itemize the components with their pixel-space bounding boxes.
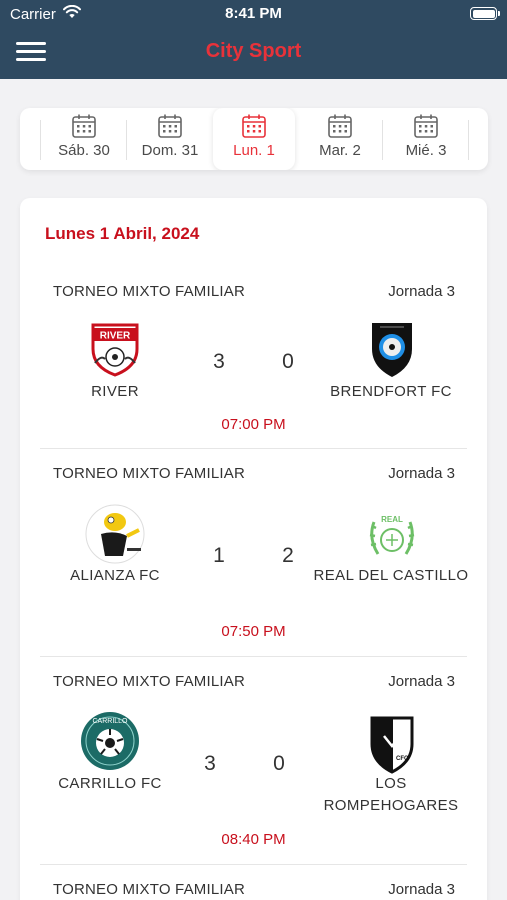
real-del-castillo-logo-icon: REAL	[369, 515, 415, 555]
calendar-icon	[328, 114, 352, 138]
home-team-name: CARRILLO FC	[58, 775, 162, 792]
brendfort-logo-icon	[372, 323, 412, 377]
day-label: Mar. 2	[319, 142, 361, 159]
day-item-mon-1-selected[interactable]: Lun. 1	[213, 108, 295, 170]
day-item-sat-30[interactable]: Sáb. 30	[42, 108, 126, 170]
battery-icon	[470, 7, 500, 20]
league-name: TORNEO MIXTO FAMILIAR	[53, 673, 246, 690]
calendar-icon	[158, 114, 182, 138]
away-team-name: BRENDFORT FC	[330, 383, 452, 400]
svg-text:RIVER: RIVER	[100, 331, 131, 342]
match-time: 07:50 PM	[221, 623, 286, 640]
svg-text:REAL: REAL	[381, 515, 403, 524]
day-label: Mié. 3	[405, 142, 447, 159]
calendar-icon	[242, 114, 266, 138]
river-logo-icon: RIVER	[91, 323, 139, 377]
match-time: 07:00 PM	[221, 416, 286, 433]
day-label: Dom. 31	[141, 142, 199, 159]
app-title: City Sport	[205, 40, 302, 62]
round-label: Jornada 3	[388, 881, 455, 898]
day-label: 9	[20, 144, 36, 161]
carrillo-logo-icon: CARRILLO	[81, 712, 139, 770]
home-score: 3	[204, 752, 216, 775]
day-item-wed-3[interactable]: Mié. 3	[384, 108, 468, 170]
matches-card: Lunes 1 Abril, 2024 TORNEO MIXTO FAMILIA…	[20, 198, 487, 900]
date-selector[interactable]: 9 Sáb. 30 Dom. 31 Lun. 1 M	[20, 108, 488, 170]
match-row[interactable]: TORNEO MIXTO FAMILIAR Jornada 3 CARRILLO…	[40, 656, 467, 862]
away-score: 0	[282, 350, 294, 373]
alianza-logo-icon	[85, 504, 145, 564]
home-team-name: RIVER	[91, 383, 139, 400]
match-row[interactable]: TORNEO MIXTO FAMILIAR Jornada 3 RIVER RI…	[40, 266, 467, 446]
home-score: 3	[213, 350, 225, 373]
league-name: TORNEO MIXTO FAMILIAR	[53, 881, 246, 898]
match-row[interactable]: TORNEO MIXTO FAMILIAR Jornada 3	[40, 864, 467, 900]
calendar-icon	[414, 114, 438, 138]
status-time: 8:41 PM	[225, 5, 282, 22]
round-label: Jornada 3	[388, 283, 455, 300]
league-name: TORNEO MIXTO FAMILIAR	[53, 465, 246, 482]
status-bar: Carrier 8:41 PM	[0, 0, 507, 28]
away-team-name: REAL DEL CASTILLO	[313, 567, 469, 584]
day-label: Lun. 1	[233, 142, 275, 159]
calendar-icon	[72, 114, 96, 138]
app-header: Carrier 8:41 PM City Sport	[0, 0, 507, 79]
day-label: Sáb. 30	[58, 142, 110, 159]
svg-text:CARRILLO: CARRILLO	[92, 718, 128, 725]
away-team-name: LOS ROMPEHOGARES	[323, 775, 459, 814]
day-item-tue-2[interactable]: Mar. 2	[298, 108, 382, 170]
home-team-name: ALIANZA FC	[70, 567, 160, 584]
league-name: TORNEO MIXTO FAMILIAR	[53, 283, 246, 300]
date-heading: Lunes 1 Abril, 2024	[45, 224, 200, 243]
away-score: 0	[273, 752, 285, 775]
home-score: 1	[213, 544, 225, 567]
round-label: Jornada 3	[388, 465, 455, 482]
los-rompehogares-logo-icon: CFC	[370, 716, 414, 774]
day-item-sun-31[interactable]: Dom. 31	[128, 108, 212, 170]
match-time: 08:40 PM	[221, 831, 286, 848]
svg-text:CFC: CFC	[396, 756, 409, 762]
match-row[interactable]: TORNEO MIXTO FAMILIAR Jornada 3 ALIANZA …	[40, 448, 468, 654]
round-label: Jornada 3	[388, 673, 455, 690]
day-item-prev[interactable]: 9	[20, 108, 36, 170]
away-score: 2	[282, 544, 294, 567]
